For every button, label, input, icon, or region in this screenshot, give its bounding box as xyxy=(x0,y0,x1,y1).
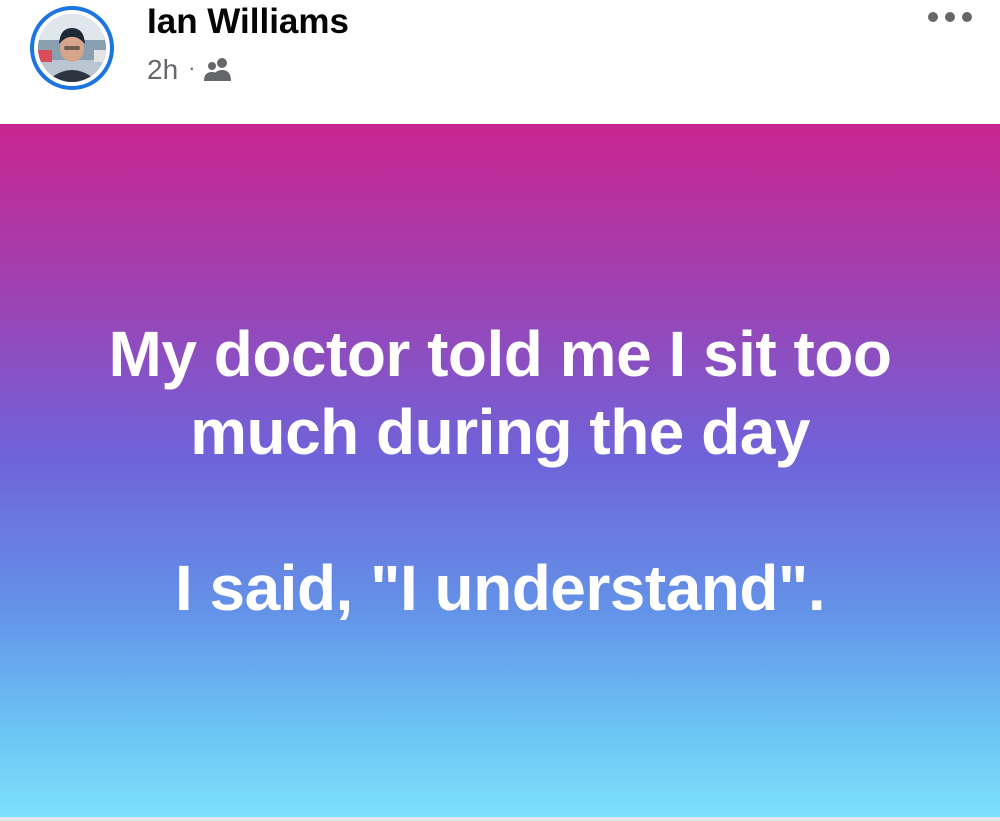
post-timestamp[interactable]: 2h xyxy=(147,54,178,86)
avatar xyxy=(38,14,106,82)
post-text-line: much during the day xyxy=(190,395,810,468)
post-header: Ian Williams 2h · xyxy=(0,0,1000,124)
friends-icon[interactable] xyxy=(203,57,233,83)
post-meta: 2h · xyxy=(147,52,233,88)
post-text-line: My doctor told me I sit too xyxy=(108,317,892,390)
post-card: Ian Williams 2h · My doctor told me I si… xyxy=(0,0,1000,821)
post-text-background: My doctor told me I sit too much during … xyxy=(0,124,1000,817)
author-name[interactable]: Ian Williams xyxy=(147,0,349,44)
bottom-divider xyxy=(0,817,1000,821)
post-text: My doctor told me I sit too much during … xyxy=(50,315,950,627)
meta-separator: · xyxy=(188,55,196,80)
post-text-spacer xyxy=(50,471,950,549)
post-text-line: I said, "I understand". xyxy=(174,551,826,624)
author-avatar-button[interactable] xyxy=(30,6,114,90)
profile-photo-icon xyxy=(38,14,106,82)
more-options-icon[interactable] xyxy=(924,0,976,34)
